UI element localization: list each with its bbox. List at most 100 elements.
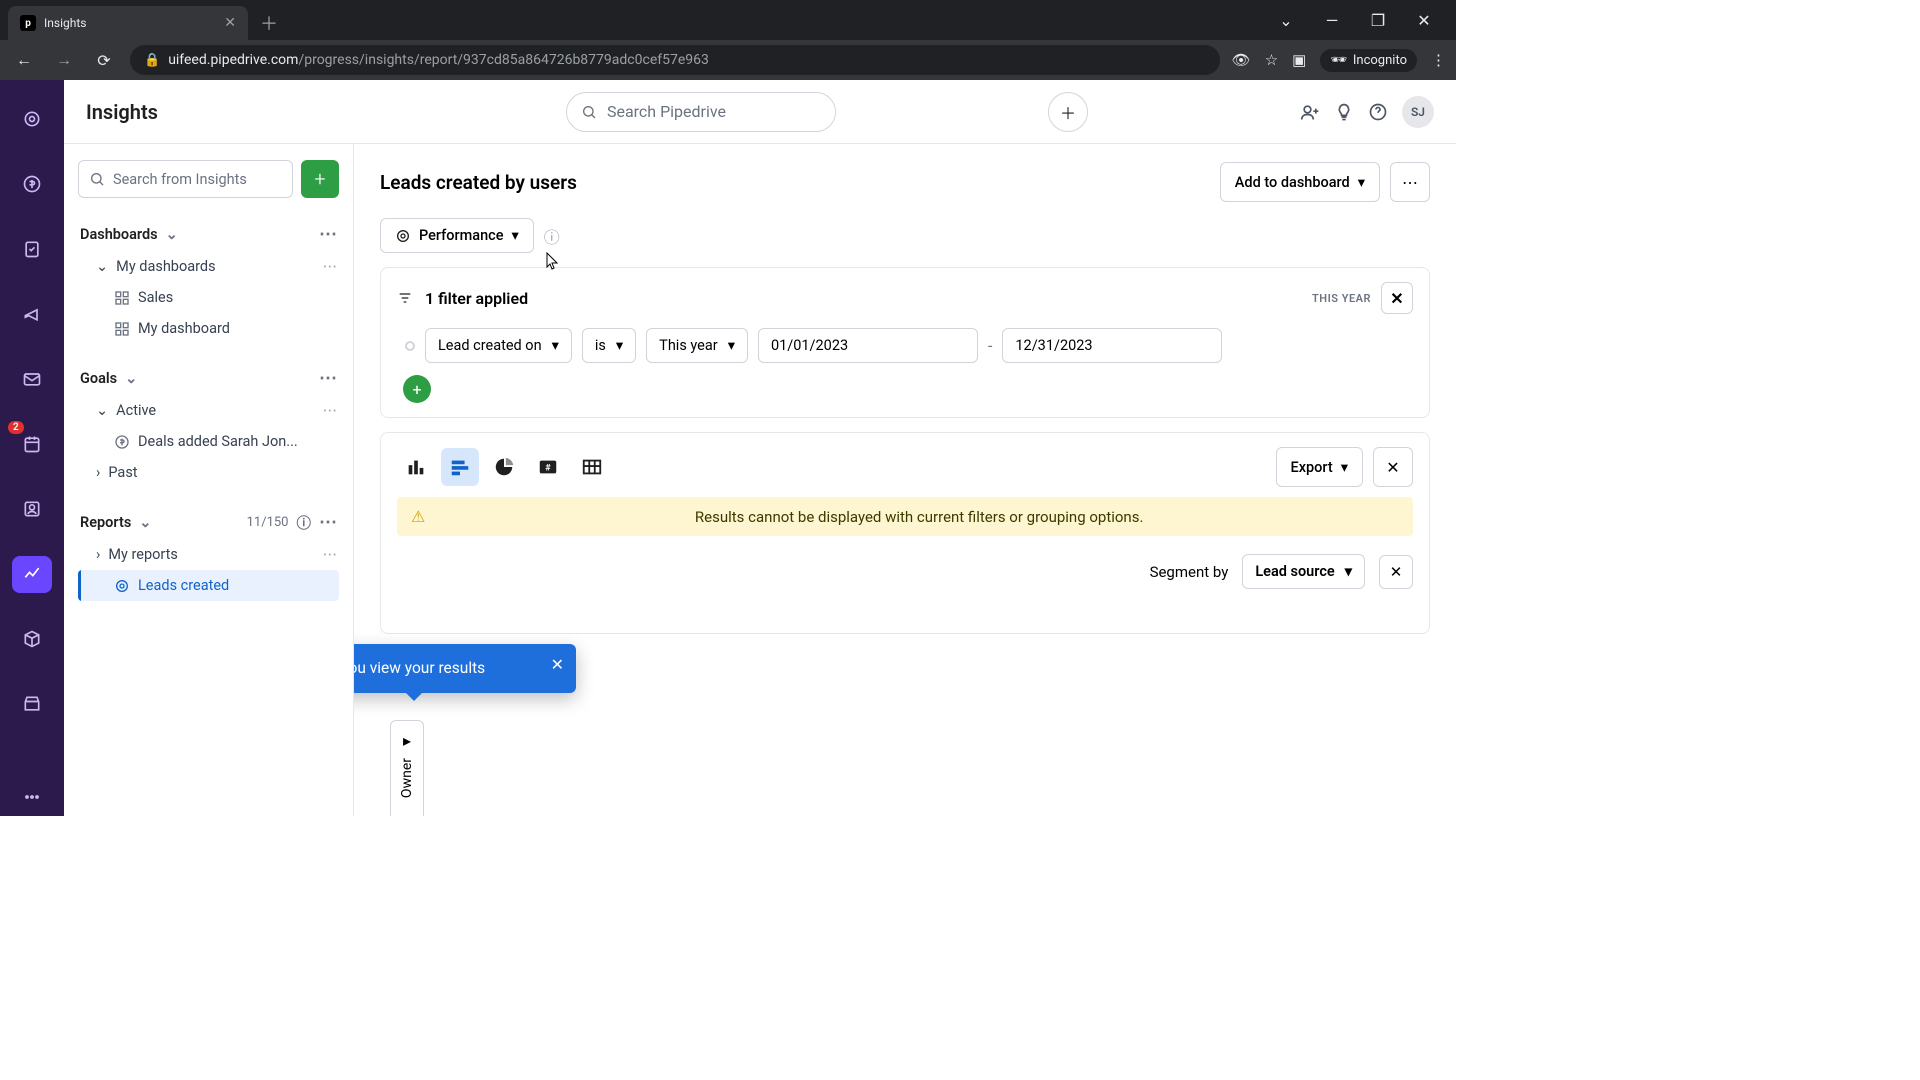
rail-item-more[interactable]	[12, 779, 52, 816]
new-tab-button[interactable]: ＋	[260, 10, 278, 36]
browser-tab[interactable]: p Insights ✕	[8, 6, 248, 40]
chevron-down-icon: ⌄	[139, 514, 151, 531]
filter-date-to[interactable]: 12/31/2023	[1002, 328, 1222, 363]
report-type-selector[interactable]: Performance ▾	[380, 218, 534, 253]
help-icon[interactable]	[1368, 102, 1388, 122]
filter-range-select[interactable]: This year▾	[646, 328, 748, 363]
rail-item-contacts[interactable]	[12, 491, 52, 528]
viz-bar-button[interactable]	[441, 448, 479, 486]
dashboard-item-my-dashboard[interactable]: My dashboard	[78, 313, 339, 344]
report-page: Leads created by users Add to dashboard …	[354, 144, 1456, 816]
filter-field-select[interactable]: Lead created on▾	[425, 328, 572, 363]
y-axis-selector[interactable]: ▸ Owner	[390, 720, 424, 816]
filter-date-from[interactable]: 01/01/2023	[758, 328, 978, 363]
dashboard-icon	[114, 321, 130, 337]
quick-add-button[interactable]: ＋	[1048, 92, 1088, 132]
goals-header[interactable]: Goals ⌄ ⋯	[78, 362, 339, 395]
close-icon: ✕	[1390, 563, 1403, 581]
rail-item-deals[interactable]	[12, 165, 52, 202]
viz-column-button[interactable]	[397, 448, 435, 486]
svg-text:#: #	[545, 464, 551, 474]
caret-down-icon: ▾	[1358, 174, 1365, 191]
back-button[interactable]: ←	[10, 50, 38, 70]
more-icon[interactable]: ⋯	[319, 512, 337, 533]
more-icon[interactable]: ⋯	[323, 258, 338, 275]
results-warning: ⚠ Results cannot be displayed with curre…	[397, 497, 1413, 536]
eye-off-icon[interactable]: 👁	[1232, 51, 1251, 69]
dashboards-header[interactable]: Dashboards ⌄ ⋯	[78, 218, 339, 251]
viz-scorecard-button[interactable]: #	[529, 448, 567, 486]
plus-icon: +	[412, 380, 421, 399]
viz-table-button[interactable]	[573, 448, 611, 486]
minimize-icon[interactable]: —	[1318, 11, 1346, 30]
rail-item-calendar[interactable]: 2	[12, 425, 52, 462]
kebab-menu-icon[interactable]: ⋮	[1431, 51, 1446, 69]
more-icon: ⋯	[1402, 173, 1418, 192]
extensions-icon[interactable]: ▣	[1292, 51, 1306, 69]
add-to-dashboard-button[interactable]: Add to dashboard ▾	[1220, 162, 1380, 202]
rail-item-insights[interactable]	[12, 556, 52, 593]
more-icon[interactable]: ⋯	[323, 402, 338, 419]
export-button[interactable]: Export▾	[1276, 447, 1363, 487]
add-filter-button[interactable]: +	[403, 375, 431, 403]
invite-users-icon[interactable]	[1300, 102, 1320, 122]
goals-past-group[interactable]: › Past	[78, 457, 339, 488]
sidebar-search[interactable]: Search from Insights	[78, 160, 293, 198]
dashboard-item-sales[interactable]: Sales	[78, 282, 339, 313]
clear-segment-button[interactable]: ✕	[1379, 555, 1413, 589]
caret-right-icon: ▸	[403, 731, 411, 750]
rail-badge: 2	[8, 421, 24, 434]
report-item-leads-created[interactable]: Leads created	[78, 570, 339, 601]
close-window-icon[interactable]: ✕	[1410, 11, 1438, 30]
url-path: /progress/insights/report/937cd85a864726…	[298, 52, 708, 68]
viz-pie-button[interactable]	[485, 448, 523, 486]
insights-sidebar: Search from Insights + Dashboards ⌄ ⋯ ⌄ …	[64, 144, 354, 816]
bookmark-star-icon[interactable]: ☆	[1265, 51, 1278, 69]
filter-operator-select[interactable]: is▾	[582, 328, 636, 363]
chevron-right-icon: ›	[96, 464, 100, 481]
tooltip-close-button[interactable]: ✕	[551, 654, 564, 676]
tablist-chevron-icon[interactable]: ⌄	[1272, 11, 1300, 30]
visualization-card: # Export▾ ✕ ⚠ Results cannot be displaye…	[380, 432, 1430, 634]
target-icon	[114, 578, 130, 594]
caret-down-icon: ▾	[1345, 563, 1352, 580]
info-icon[interactable]: ⓘ	[544, 224, 560, 248]
my-reports-group[interactable]: › My reports ⋯	[78, 539, 339, 570]
more-icon[interactable]: ⋯	[319, 224, 337, 245]
collapse-filters-button[interactable]: ✕	[1381, 282, 1413, 314]
reload-button[interactable]: ⟳	[90, 51, 118, 70]
rail-item-marketplace[interactable]	[12, 686, 52, 723]
bar-chart-icon	[449, 456, 471, 478]
goals-active-group[interactable]: ⌄ Active ⋯	[78, 395, 339, 426]
tab-close-icon[interactable]: ✕	[224, 15, 236, 31]
caret-down-icon: ▾	[552, 337, 559, 354]
date-range-chip: THIS YEAR	[1312, 292, 1371, 305]
reports-header[interactable]: Reports ⌄ 11/150 ⓘ ⋯	[78, 506, 339, 539]
maximize-icon[interactable]: ❐	[1364, 11, 1392, 30]
app-section-title: Insights	[86, 100, 158, 124]
nav-rail: 2	[0, 80, 64, 816]
global-search[interactable]: Search Pipedrive	[566, 92, 836, 132]
user-avatar[interactable]: SJ	[1402, 96, 1434, 128]
rail-item-products[interactable]	[12, 621, 52, 658]
my-dashboards-group[interactable]: ⌄ My dashboards ⋯	[78, 251, 339, 282]
goal-item-deals-added[interactable]: Deals added Sarah Jon...	[78, 426, 339, 457]
more-actions-button[interactable]: ⋯	[1390, 162, 1430, 202]
more-icon[interactable]: ⋯	[319, 368, 337, 389]
more-icon[interactable]: ⋯	[323, 546, 338, 563]
info-icon[interactable]: ⓘ	[297, 512, 312, 533]
chevron-down-icon: ⌄	[166, 226, 178, 243]
plus-icon: ＋	[1060, 100, 1076, 124]
sidebar-add-button[interactable]: +	[301, 160, 339, 198]
lightbulb-icon[interactable]	[1334, 102, 1354, 122]
rail-item-mail[interactable]	[12, 360, 52, 397]
incognito-chip[interactable]: 🕶 Incognito	[1320, 49, 1417, 72]
rail-item-campaigns[interactable]	[12, 295, 52, 332]
close-viz-button[interactable]: ✕	[1373, 447, 1413, 487]
rail-item-focus[interactable]	[12, 100, 52, 137]
forward-button[interactable]: →	[50, 50, 78, 70]
segment-by-select[interactable]: Lead source▾	[1242, 554, 1365, 589]
search-icon	[89, 171, 105, 187]
rail-item-activities[interactable]	[12, 230, 52, 267]
address-bar[interactable]: 🔒 uifeed.pipedrive.com/progress/insights…	[130, 45, 1220, 75]
